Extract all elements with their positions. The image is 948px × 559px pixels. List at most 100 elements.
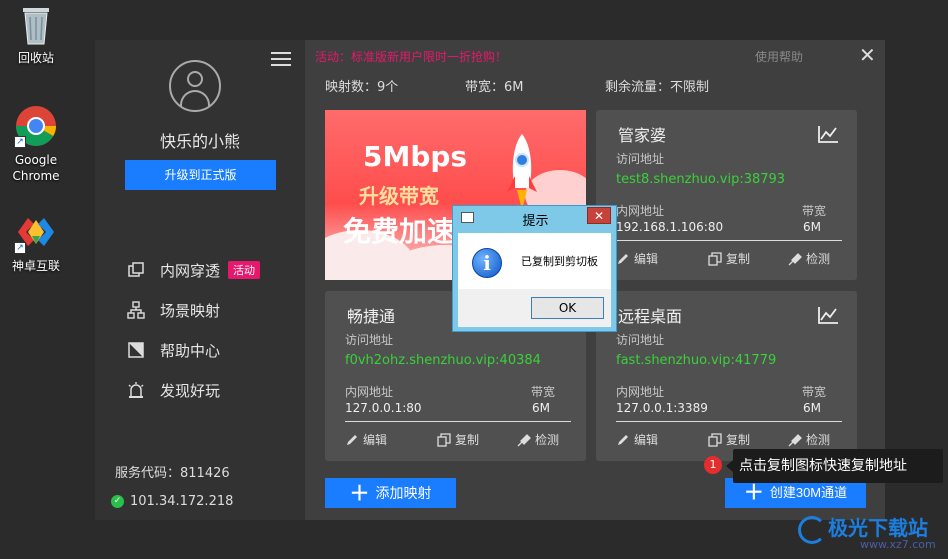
dialog-close-icon[interactable]: ✕ (587, 207, 611, 224)
add-mapping-button[interactable]: ＋ 添加映射 (325, 478, 456, 508)
ok-button[interactable]: OK (531, 297, 604, 319)
banner-cta: 免费加速 (343, 215, 456, 248)
bandwidth-value: 6M (803, 401, 821, 415)
sidebar-nav: 内网穿透 活动 场景映射 帮助中心 发现好玩 (127, 250, 297, 410)
copy-icon (708, 432, 722, 447)
edit-label: 编辑 (363, 433, 388, 447)
sidebar-item-label: 内网穿透 (160, 261, 221, 280)
plus-icon: ＋ (349, 483, 370, 505)
copy-icon (708, 251, 722, 266)
inner-address: 192.168.1.106:80 (616, 220, 724, 234)
copy-button[interactable]: 复制 (437, 431, 479, 448)
access-label: 访问地址 (345, 333, 394, 347)
alarm-light-icon (127, 381, 145, 399)
hint-tooltip: 点击复制图标快速复制地址 (726, 449, 943, 483)
edit-label: 编辑 (634, 433, 659, 447)
watermark-title: 极光下载站 (828, 516, 928, 540)
inner-address: 127.0.0.1:80 (345, 401, 422, 415)
ip-address: 101.34.172.218 (130, 494, 234, 509)
inner-label: 内网地址 (616, 204, 665, 218)
divider (345, 421, 571, 422)
watermark-logo-icon (798, 516, 826, 544)
banner-subline: 升级带宽 (359, 184, 439, 208)
line-chart-icon[interactable] (817, 124, 839, 144)
rocket-icon (507, 134, 537, 210)
access-address[interactable]: f0vh2ohz.shenzhuo.vip:40384 (345, 353, 541, 368)
sidebar-item-discover[interactable]: 发现好玩 (127, 370, 297, 410)
avatar[interactable] (169, 60, 221, 112)
watermark-url: www.xz7.com (860, 538, 936, 551)
bandwidth-label: 带宽 (531, 385, 556, 399)
activity-badge: 活动 (228, 261, 261, 279)
upgrade-button[interactable]: 升级到正式版 (125, 160, 276, 190)
inner-label: 内网地址 (616, 385, 665, 399)
copy-button[interactable]: 复制 (708, 250, 750, 267)
avatar-body (180, 90, 210, 106)
divider (616, 421, 842, 422)
sidebar: 快乐的小熊 升级到正式版 内网穿透 活动 场景映射 帮助中心 发现好玩 服务代码… (95, 40, 305, 520)
create-channel-label: 创建30M通道 (769, 485, 848, 500)
book-icon (127, 341, 145, 359)
access-label: 访问地址 (616, 152, 665, 166)
sidebar-item-help[interactable]: 帮助中心 (127, 330, 297, 370)
bandwidth-label: 带宽 (802, 204, 827, 218)
check-button[interactable]: 检测 (788, 431, 830, 448)
sidebar-item-intranet[interactable]: 内网穿透 活动 (127, 250, 297, 290)
desktop-icon-recycle-bin[interactable]: 回收站 (1, 2, 71, 66)
desktop-icon-chrome[interactable]: ↗ Google Chrome (1, 104, 71, 184)
card-actions: 编辑 复制 检测 (345, 431, 571, 451)
bandwidth-label: 带宽 (802, 385, 827, 399)
bandwidth-value: 6M (532, 401, 550, 415)
inner-address: 127.0.0.1:3389 (616, 401, 708, 415)
sidebar-item-label: 发现好玩 (160, 381, 221, 400)
check-button[interactable]: 检测 (788, 250, 830, 267)
access-address[interactable]: fast.shenzhuo.vip:41779 (616, 353, 776, 368)
dialog-message: 已复制到剪切板 (521, 255, 598, 268)
access-address[interactable]: test8.shenzhuo.vip:38793 (616, 172, 785, 187)
copy-label: 复制 (726, 433, 751, 447)
mapping-card: 远程桌面 访问地址 fast.shenzhuo.vip:41779 内网地址 1… (596, 291, 857, 461)
line-chart-icon[interactable] (817, 305, 839, 325)
promo-banner-text[interactable]: 活动：标准版新用户限时一折抢购！ (315, 48, 507, 65)
card-title: 远程桌面 (618, 307, 683, 326)
edit-button[interactable]: 编辑 (616, 250, 658, 267)
probe-icon (788, 433, 802, 446)
desktop-icon-label: Google Chrome (12, 153, 60, 183)
shenzhuo-logo-icon: ↗ (14, 210, 58, 254)
edit-button[interactable]: 编辑 (345, 431, 387, 448)
check-label: 检测 (806, 433, 831, 447)
network-tree-icon (127, 301, 145, 319)
service-code: 服务代码：811426 (115, 466, 230, 481)
check-button[interactable]: 检测 (517, 431, 559, 448)
copy-icon (437, 432, 451, 447)
probe-icon (788, 252, 802, 265)
check-label: 检测 (806, 252, 831, 266)
ip-status: ✓ 101.34.172.218 (111, 494, 233, 509)
card-title: 畅捷通 (347, 307, 396, 326)
close-icon[interactable]: ✕ (859, 44, 876, 66)
divider (616, 240, 842, 241)
layers-icon (127, 261, 145, 279)
hamburger-menu-icon[interactable] (271, 52, 291, 68)
avatar-head (187, 71, 203, 87)
copy-label: 复制 (726, 252, 751, 266)
card-actions: 编辑 复制 检测 (616, 250, 842, 270)
copy-button[interactable]: 复制 (708, 431, 750, 448)
recycle-bin-icon (14, 2, 58, 46)
mapping-card: 管家婆 访问地址 test8.shenzhuo.vip:38793 内网地址 1… (596, 110, 857, 280)
sidebar-item-label: 帮助中心 (160, 341, 221, 360)
edit-button[interactable]: 编辑 (616, 431, 658, 448)
banner-headline: 5Mbps (363, 140, 468, 173)
card-title: 管家婆 (618, 126, 667, 145)
desktop-icon-label: 神卓互联 (11, 259, 60, 273)
shortcut-arrow-icon: ↗ (14, 242, 26, 254)
card-actions: 编辑 复制 检测 (616, 431, 842, 451)
dialog-titlebar[interactable]: 提示 ✕ (453, 206, 616, 230)
copy-label: 复制 (455, 433, 480, 447)
bandwidth-value: 6M (803, 220, 821, 234)
pencil-icon (618, 253, 628, 264)
pencil-icon (347, 434, 357, 445)
desktop-icon-shenzhuo[interactable]: ↗ 神卓互联 (1, 210, 71, 274)
sidebar-item-scene[interactable]: 场景映射 (127, 290, 297, 330)
help-link[interactable]: 使用帮助 (755, 48, 803, 65)
